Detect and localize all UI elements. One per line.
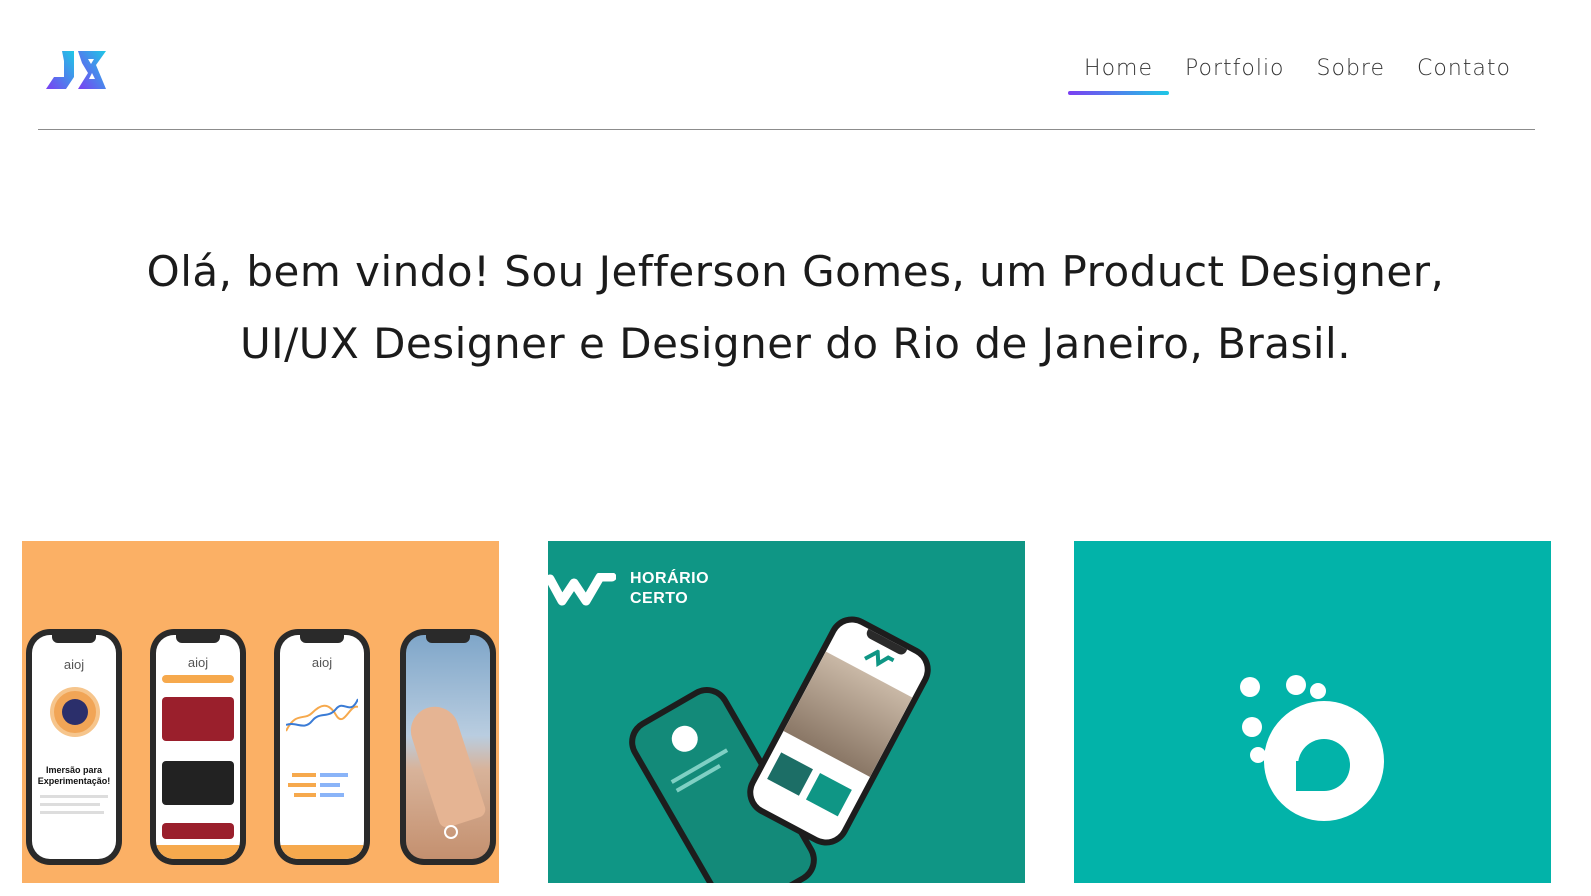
avatar — [50, 687, 100, 737]
phone-mockup: aioj — [150, 629, 246, 865]
brand-text: aioj — [63, 657, 85, 672]
brand-text: aioj — [311, 655, 333, 670]
portfolio-card-horario-certo[interactable]: HORÁRIO CERTO — [548, 541, 1025, 883]
nav-home[interactable]: Home — [1068, 52, 1169, 95]
phone-mockup: aioj Imersão para Experimentação! — [26, 629, 122, 865]
drop-logo-icon — [1240, 675, 1384, 821]
nav-sobre[interactable]: Sobre — [1301, 52, 1402, 95]
phone-mockup — [738, 608, 940, 854]
phone-mockup: aioj — [274, 629, 370, 865]
brand-text: aioj — [187, 655, 209, 670]
logo-icon[interactable] — [44, 47, 108, 93]
horario-certo-logo-icon — [548, 573, 616, 606]
hero-intro: Olá, bem vindo! Sou Jefferson Gomes, um … — [0, 236, 1591, 380]
horario-certo-title: HORÁRIO CERTO — [630, 570, 710, 607]
phone-headline: Imersão para Experimentação! — [37, 765, 111, 786]
site-header: Home Portfolio Sobre Contato — [0, 0, 1591, 131]
portfolio-card-aioj[interactable]: aioj Imersão para Experimentação! aioj a… — [22, 541, 499, 883]
nav-portfolio[interactable]: Portfolio — [1169, 52, 1301, 95]
nav-contato[interactable]: Contato — [1401, 52, 1527, 95]
main-nav: Home Portfolio Sobre Contato — [1068, 52, 1527, 95]
hero-line-2: UI/UX Designer e Designer do Rio de Jane… — [239, 319, 1352, 368]
hero-line-1: Olá, bem vindo! Sou Jefferson Gomes, um … — [146, 247, 1445, 296]
header-divider — [38, 129, 1535, 130]
phone-mockup — [400, 629, 496, 865]
portfolio-card-drop[interactable] — [1074, 541, 1551, 883]
